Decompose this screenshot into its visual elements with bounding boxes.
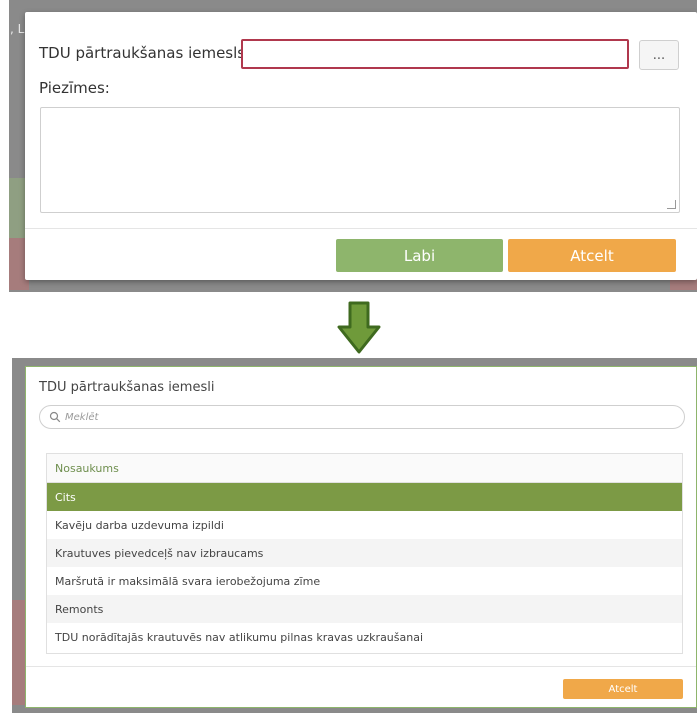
resize-grip-icon[interactable] [667,200,676,209]
backdrop-text: , L [10,22,25,36]
column-header-name[interactable]: Nosaukums [47,454,682,483]
arrow-down-icon [337,301,381,354]
divider [26,666,696,667]
table-row[interactable]: Remonts [47,595,682,623]
page-edge [0,370,12,713]
cancel-button[interactable]: Atcelt [508,239,676,272]
backdrop-strip [12,600,26,705]
table-row[interactable]: Krautuves pievedceļš nav izbraucams [47,539,682,567]
search-icon [49,411,61,423]
reason-label: TDU pārtraukšanas iemesls: [39,44,251,62]
search-input[interactable]: Meklēt [39,405,685,429]
dialog-title: TDU pārtraukšanas iemesli [39,380,215,395]
table-row[interactable]: TDU norādītajās krautuvēs nav atlikumu p… [47,623,682,651]
divider [25,228,697,229]
notes-textarea[interactable] [40,107,680,213]
notes-label: Piezīmes: [39,79,110,97]
reason-input[interactable] [241,39,629,69]
table-row[interactable]: Cits [47,483,682,511]
reason-list-dialog: TDU pārtraukšanas iemesli Meklēt Nosauku… [25,366,697,708]
ok-button[interactable]: Labi [336,239,503,272]
table-row[interactable]: Kavēju darba uzdevuma izpildi [47,511,682,539]
stop-reason-dialog: TDU pārtraukšanas iemesls: ... Piezīmes:… [25,12,697,280]
cancel-button[interactable]: Atcelt [563,679,683,699]
browse-reasons-button[interactable]: ... [639,40,679,70]
search-placeholder: Meklēt [65,411,99,423]
table-row[interactable]: Maršrutā ir maksimālā svara ierobežojuma… [47,567,682,595]
reasons-grid: Nosaukums Cits Kavēju darba uzdevuma izp… [46,453,683,654]
